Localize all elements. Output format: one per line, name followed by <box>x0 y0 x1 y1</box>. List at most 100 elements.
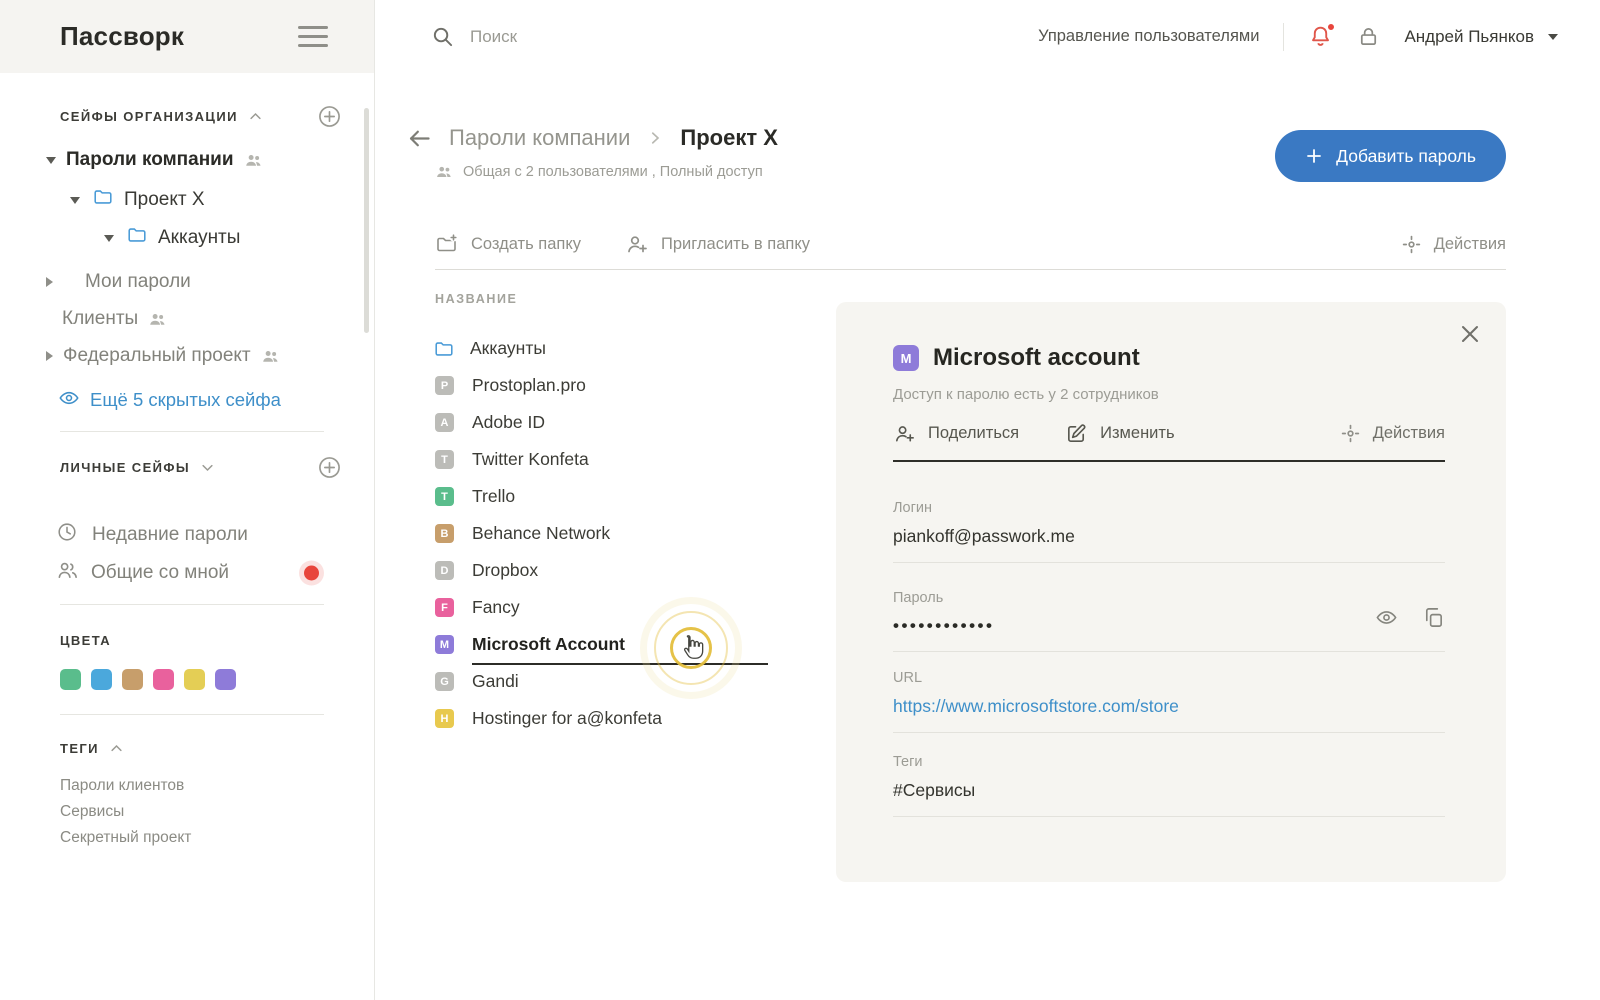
breadcrumb: Пароли компании Проект X <box>406 116 778 160</box>
folder-plus-icon <box>435 232 459 256</box>
tag-item[interactable]: Сервисы <box>0 799 374 825</box>
chevron-down-icon[interactable] <box>200 460 215 475</box>
close-icon[interactable] <box>1458 322 1482 346</box>
sidebar-item-label: Федеральный проект <box>63 345 251 367</box>
add-safe-button[interactable] <box>317 104 342 129</box>
color-swatch-tan[interactable] <box>122 669 143 690</box>
add-password-button[interactable]: Добавить пароль <box>1275 130 1506 182</box>
tag-item[interactable]: Пароли клиентов <box>0 773 374 799</box>
list-item-selected[interactable]: M Microsoft Account <box>435 626 865 663</box>
sidebar-item-clients[interactable]: Клиенты <box>0 304 374 334</box>
list-item[interactable]: T Trello <box>435 478 865 515</box>
list-item[interactable]: G Gandi <box>435 663 865 700</box>
expander-down-icon[interactable] <box>70 197 80 204</box>
actions-sparkle-icon <box>1340 423 1361 444</box>
color-swatches <box>0 669 374 690</box>
show-hidden-safes-link[interactable]: Ещё 5 скрытых сейфа <box>0 385 374 415</box>
detail-actions-label: Действия <box>1373 424 1445 443</box>
sidebar-item-project-x[interactable]: Проект X <box>0 185 374 215</box>
password-list: Аккаунты P Prostoplan.pro A Adobe ID T T… <box>435 330 865 737</box>
sidebar-item-label: Проект X <box>124 189 205 211</box>
list-item-label: Hostinger for a@konfeta <box>472 708 662 729</box>
invite-to-folder-button[interactable]: Пригласить в папку <box>625 232 810 256</box>
people-outline-icon <box>56 559 79 588</box>
clock-icon <box>56 521 78 549</box>
folder-icon <box>433 338 455 360</box>
field-divider <box>893 732 1445 733</box>
sidebar-divider <box>60 604 324 605</box>
folder-icon <box>126 224 148 252</box>
letter-avatar: P <box>435 376 454 395</box>
back-arrow-icon[interactable] <box>406 125 433 152</box>
letter-avatar: D <box>435 561 454 580</box>
password-detail-panel: M Microsoft account Доступ к паролю есть… <box>836 302 1506 882</box>
list-item-label: Fancy <box>472 597 520 618</box>
breadcrumb-parent[interactable]: Пароли компании <box>449 125 630 151</box>
field-divider <box>893 816 1445 817</box>
list-item-label: Gandi <box>472 671 519 692</box>
sidebar-item-label: Недавние пароли <box>92 524 248 546</box>
color-swatch-green[interactable] <box>60 669 81 690</box>
letter-avatar: T <box>435 450 454 469</box>
list-item-label: Dropbox <box>472 560 538 581</box>
detail-actions-button[interactable]: Действия <box>1340 423 1445 444</box>
list-item[interactable]: T Twitter Konfeta <box>435 441 865 478</box>
hamburger-menu-icon[interactable] <box>298 26 328 47</box>
sidebar: Пассворк СЕЙФЫ ОРГАНИЗАЦИИ Пароли компан… <box>0 0 375 1000</box>
chevron-up-icon[interactable] <box>109 741 124 756</box>
tags-section: ТЕГИ <box>0 735 374 761</box>
sidebar-item-label: Пароли компании <box>66 149 234 171</box>
tags-value[interactable]: #Сервисы <box>893 780 1445 801</box>
page-title: Проект X <box>680 125 778 151</box>
expander-right-icon[interactable] <box>46 277 53 287</box>
sidebar-item-accounts[interactable]: Аккаунты <box>0 223 374 253</box>
sidebar-item-my-passwords[interactable]: Мои пароли <box>0 267 374 297</box>
expander-right-icon[interactable] <box>46 351 53 361</box>
sidebar-item-federal-project[interactable]: Федеральный проект <box>0 341 374 371</box>
tags-label: Теги <box>893 754 1445 770</box>
tag-item[interactable]: Секретный проект <box>0 825 374 851</box>
color-swatch-yellow[interactable] <box>184 669 205 690</box>
list-item[interactable]: D Dropbox <box>435 552 865 589</box>
letter-avatar: A <box>435 413 454 432</box>
list-item[interactable]: A Adobe ID <box>435 404 865 441</box>
detail-access-subtitle: Доступ к паролю есть у 2 сотрудников <box>893 386 1159 403</box>
tags-field: Теги #Сервисы <box>893 754 1445 817</box>
tags-title: ТЕГИ <box>60 741 99 756</box>
copy-password-icon[interactable] <box>1422 606 1445 629</box>
list-item[interactable]: H Hostinger for a@konfeta <box>435 700 865 737</box>
show-password-eye-icon[interactable] <box>1375 606 1398 629</box>
chevron-up-icon[interactable] <box>248 109 263 124</box>
list-item[interactable]: F Fancy <box>435 589 865 626</box>
password-field-icons <box>1375 606 1445 629</box>
edit-button[interactable]: Изменить <box>1065 422 1174 445</box>
hidden-safes-label: Ещё 5 скрытых сейфа <box>90 389 281 411</box>
edit-label: Изменить <box>1100 424 1174 443</box>
login-field: Логин piankoff@passwork.me <box>893 500 1445 563</box>
color-swatch-purple[interactable] <box>215 669 236 690</box>
expander-down-icon[interactable] <box>46 157 56 164</box>
toolbar-divider <box>435 269 1506 270</box>
list-item[interactable]: B Behance Network <box>435 515 865 552</box>
folder-actions-button[interactable]: Действия <box>1401 234 1506 255</box>
list-item-folder[interactable]: Аккаунты <box>435 330 865 367</box>
url-value[interactable]: https://www.microsoftstore.com/store <box>893 696 1445 717</box>
add-personal-safe-button[interactable] <box>317 455 342 480</box>
color-swatch-blue[interactable] <box>91 669 112 690</box>
sidebar-item-company-passwords[interactable]: Пароли компании <box>0 145 374 175</box>
sidebar-scrollbar[interactable] <box>364 108 369 333</box>
sidebar-header: Пассворк <box>0 0 374 73</box>
create-folder-button[interactable]: Создать папку <box>435 232 581 256</box>
notification-dot <box>304 566 319 581</box>
list-item[interactable]: P Prostoplan.pro <box>435 367 865 404</box>
sidebar-item-recent-passwords[interactable]: Недавние пароли <box>0 520 374 550</box>
list-item-label: Microsoft Account <box>472 634 625 655</box>
sidebar-item-shared-with-me[interactable]: Общие со мной <box>0 558 374 588</box>
subtitle-text: Общая с 2 пользователями , Полный доступ <box>463 164 763 180</box>
password-value: •••••••••••• <box>893 616 1445 636</box>
list-item-label: Adobe ID <box>472 412 545 433</box>
share-button[interactable]: Поделиться <box>893 422 1019 445</box>
expander-down-icon[interactable] <box>104 235 114 242</box>
create-folder-label: Создать папку <box>471 235 581 254</box>
color-swatch-pink[interactable] <box>153 669 174 690</box>
